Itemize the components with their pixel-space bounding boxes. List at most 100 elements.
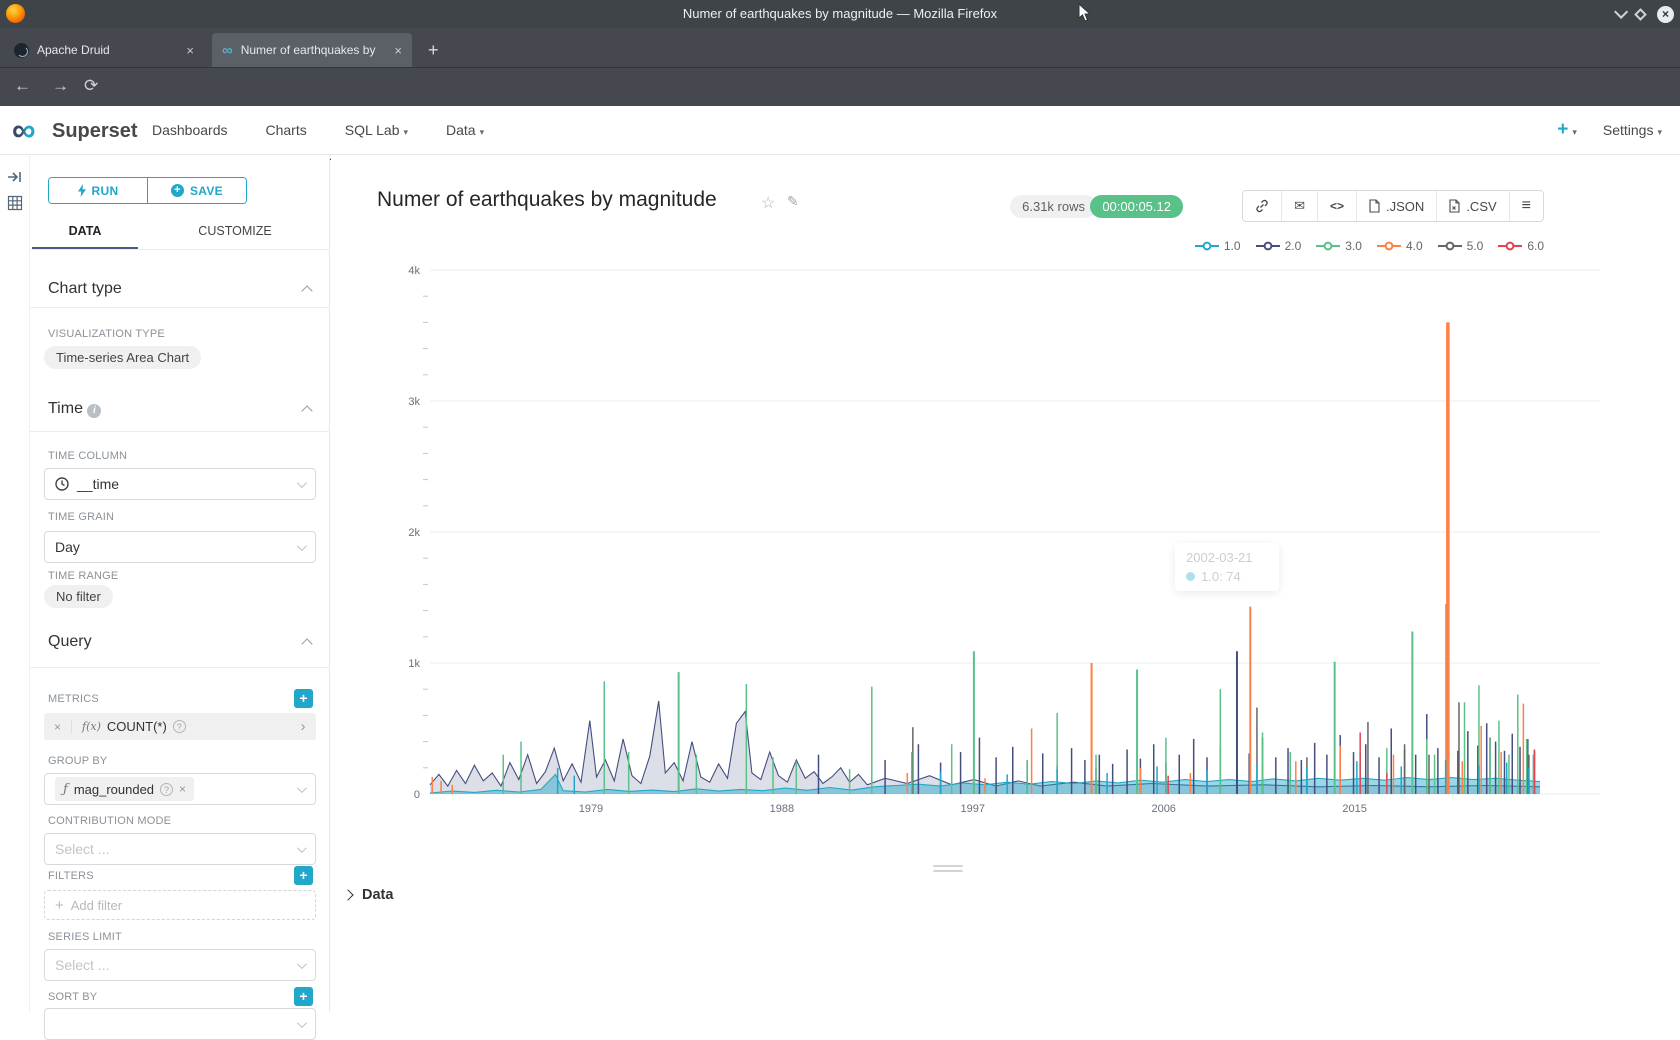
superset-logo[interactable]: ∞	[12, 115, 36, 145]
time-column-select[interactable]: __time	[44, 468, 316, 500]
svg-text:1997: 1997	[961, 803, 985, 815]
tab-title: Apache Druid	[37, 43, 178, 57]
settings-menu[interactable]: Settings▾	[1603, 122, 1662, 138]
legend-item-4.0[interactable]: 4.0	[1377, 239, 1423, 253]
chevron-up-icon[interactable]	[301, 285, 312, 296]
chevron-right-icon	[342, 889, 353, 900]
info-icon: i	[87, 404, 101, 418]
chevron-down-icon	[297, 478, 307, 488]
chart-tooltip: 2002-03-21 1.0: 74	[1175, 543, 1279, 591]
divider	[30, 431, 330, 432]
export-json-button[interactable]: .JSON	[1357, 191, 1437, 221]
remove-chip-icon[interactable]: ×	[179, 782, 186, 796]
legend-item-1.0[interactable]: 1.0	[1195, 239, 1241, 253]
add-sort-by-button[interactable]: +	[294, 987, 313, 1006]
chevron-up-icon[interactable]	[301, 638, 312, 649]
sort-by-select[interactable]	[44, 1008, 316, 1040]
window-title: Numer of earthquakes by magnitude — Mozi…	[0, 0, 1680, 28]
tab-customize[interactable]: CUSTOMIZE	[140, 215, 330, 249]
function-icon: ƒ	[63, 782, 68, 797]
email-button[interactable]: ✉	[1282, 191, 1318, 221]
time-range-label: TIME RANGE	[48, 570, 118, 582]
chevron-down-icon	[297, 541, 307, 551]
superset-brand[interactable]: Superset	[52, 120, 138, 143]
metric-item[interactable]: × f(x) COUNT(*) ? ›	[44, 713, 316, 740]
tab-title: Numer of earthquakes by	[241, 43, 387, 57]
window-maximize-icon[interactable]	[1634, 8, 1647, 21]
run-save-group: RUN + SAVE	[48, 177, 247, 204]
window-minimize-icon[interactable]	[1614, 5, 1628, 19]
select-placeholder: Select ...	[55, 957, 109, 973]
nav-item-dashboards[interactable]: Dashboards	[152, 122, 228, 138]
chart-menu-button[interactable]: ≡	[1510, 191, 1543, 221]
remove-metric-icon[interactable]: ×	[44, 720, 72, 734]
legend-item-6.0[interactable]: 6.0	[1498, 239, 1544, 253]
viz-type-label: VISUALIZATION TYPE	[48, 328, 165, 340]
copy-link-button[interactable]	[1243, 191, 1282, 221]
divider	[30, 667, 330, 668]
tab-data[interactable]: DATA	[30, 215, 140, 249]
run-button[interactable]: RUN	[49, 178, 148, 203]
add-filter-plus-button[interactable]: +	[294, 866, 313, 885]
window-titlebar: Numer of earthquakes by magnitude — Mozi…	[0, 0, 1680, 28]
contribution-mode-select[interactable]: Select ...	[44, 833, 316, 865]
timeseries-area-chart[interactable]: 01k2k3k4k19791988199720062015	[345, 255, 1645, 830]
tab-close-icon[interactable]: ×	[186, 43, 194, 58]
chevron-down-icon	[297, 959, 307, 969]
data-results-collapse[interactable]: Data	[344, 887, 393, 903]
save-button[interactable]: + SAVE	[148, 178, 246, 203]
forward-button[interactable]: →	[52, 76, 69, 96]
browser-toolbar: ← → ⟳ 172.18.0.3:32108/superset/explore/…	[0, 68, 1680, 106]
group-by-chip[interactable]: ƒ mag_rounded ? ×	[55, 777, 194, 801]
chevron-down-icon	[297, 843, 307, 853]
panel-tabs: DATA CUSTOMIZE	[30, 215, 330, 250]
legend-item-3.0[interactable]: 3.0	[1316, 239, 1362, 253]
group-by-label: GROUP BY	[48, 755, 107, 767]
series-limit-select[interactable]: Select ...	[44, 949, 316, 981]
svg-text:2006: 2006	[1151, 803, 1175, 815]
chart-legend[interactable]: 1.0 2.0 3.0 4.0 5.0 6.0	[1195, 239, 1544, 253]
plus-icon: +	[55, 897, 64, 914]
embed-code-button[interactable]: <>	[1318, 191, 1357, 221]
nav-item-charts[interactable]: Charts	[266, 122, 307, 138]
add-metric-button[interactable]: +	[294, 689, 313, 708]
viz-type-value[interactable]: Time-series Area Chart	[44, 346, 201, 369]
chevron-right-icon[interactable]: ›	[290, 718, 316, 735]
back-button[interactable]: ←	[14, 76, 31, 96]
window-close-icon[interactable]: ×	[1657, 6, 1674, 23]
add-filter-dropzone[interactable]: + Add filter	[44, 890, 316, 920]
tab-strip: Apache Druid × ∞ Numer of earthquakes by…	[0, 28, 1680, 68]
legend-item-2.0[interactable]: 2.0	[1256, 239, 1302, 253]
chevron-up-icon[interactable]	[301, 405, 312, 416]
group-by-value: mag_rounded	[74, 782, 154, 797]
reload-button[interactable]: ⟳	[84, 76, 98, 96]
tab-apache-druid[interactable]: Apache Druid ×	[4, 33, 204, 67]
export-csv-button[interactable]: .CSV	[1437, 191, 1509, 221]
nav-item-data[interactable]: Data▾	[446, 122, 484, 138]
tab-close-icon[interactable]: ×	[394, 43, 402, 58]
row-count-badge: 6.31k rows	[1010, 195, 1097, 218]
svg-text:1988: 1988	[770, 803, 794, 815]
section-chart-type: Chart type	[48, 280, 122, 298]
contribution-mode-label: CONTRIBUTION MODE	[48, 815, 171, 827]
new-tab-button[interactable]: +	[428, 38, 439, 62]
mail-icon: ✉	[1294, 198, 1305, 214]
metrics-label: METRICS	[48, 693, 99, 705]
legend-item-5.0[interactable]: 5.0	[1438, 239, 1484, 253]
caret-down-icon: ▾	[403, 127, 408, 137]
favorite-star-icon[interactable]: ☆	[761, 193, 775, 213]
superset-favicon: ∞	[222, 43, 233, 58]
svg-text:4k: 4k	[408, 265, 420, 277]
new-chart-plus-button[interactable]: +▾	[1557, 119, 1577, 141]
dataset-grid-icon[interactable]	[7, 195, 23, 211]
expand-dataset-panel-icon[interactable]	[7, 169, 23, 185]
edit-title-icon[interactable]: ✎	[787, 193, 799, 210]
group-by-select[interactable]: ƒ mag_rounded ? ×	[44, 773, 316, 805]
nav-item-sql-lab[interactable]: SQL Lab▾	[345, 122, 408, 138]
panel-resize-handle[interactable]	[933, 865, 963, 875]
time-grain-select[interactable]: Day	[44, 531, 316, 563]
tooltip-value: 1.0: 74	[1201, 569, 1241, 584]
time-range-value[interactable]: No filter	[44, 585, 113, 608]
tab-superset-chart[interactable]: ∞ Numer of earthquakes by ×	[212, 33, 412, 67]
plus-circle-icon: +	[171, 184, 184, 197]
